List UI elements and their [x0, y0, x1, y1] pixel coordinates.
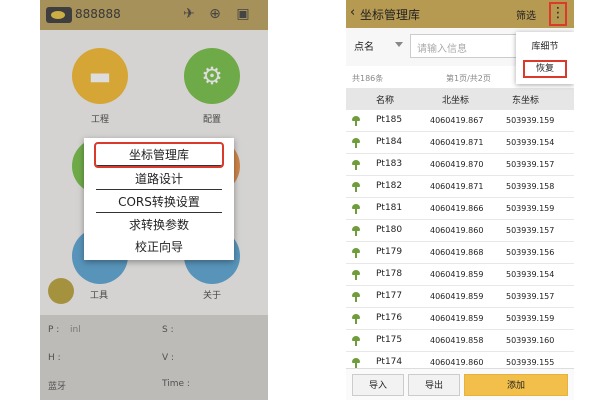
export-button[interactable]: 导出 — [408, 374, 460, 396]
table-row[interactable]: Pt175 4060419.858 503939.160 — [346, 330, 574, 352]
header-bar: ‹ 坐标管理库 筛选 ⋮ — [346, 0, 574, 28]
cell-north: 4060419.867 — [430, 116, 484, 125]
cell-name: Pt182 — [376, 181, 403, 191]
cell-north: 4060419.859 — [430, 314, 484, 323]
menu-road-design[interactable]: 道路设计 — [96, 168, 222, 190]
menu-library-details[interactable]: 库细节 — [525, 40, 565, 54]
cell-east: 503939.157 — [506, 160, 555, 169]
cell-east: 503939.157 — [506, 226, 555, 235]
cell-name: Pt181 — [376, 203, 403, 213]
point-pin-icon — [352, 314, 360, 324]
more-options-icon[interactable]: ⋮ — [549, 2, 567, 26]
cell-north: 4060419.868 — [430, 248, 484, 257]
record-count: 共186条 — [352, 74, 384, 83]
point-pin-icon — [352, 160, 360, 170]
action-bar: 导入 导出 添加 — [346, 368, 574, 400]
search-field-select[interactable]: 点名 — [354, 38, 374, 53]
cell-name: Pt185 — [376, 115, 403, 125]
cell-east: 503939.159 — [506, 204, 555, 213]
cell-name: Pt179 — [376, 247, 403, 257]
cell-north: 4060419.866 — [430, 204, 484, 213]
cell-east: 503939.155 — [506, 358, 555, 367]
table-row[interactable]: Pt179 4060419.868 503939.156 — [346, 242, 574, 264]
table-row[interactable]: Pt174 4060419.860 503939.155 — [346, 352, 574, 368]
cell-east: 503939.156 — [506, 248, 555, 257]
import-button[interactable]: 导入 — [352, 374, 404, 396]
cell-east: 503939.158 — [506, 182, 555, 191]
cell-name: Pt175 — [376, 335, 403, 345]
search-input[interactable]: 请输入信息 — [410, 34, 522, 58]
table-row[interactable]: Pt176 4060419.859 503939.159 — [346, 308, 574, 330]
cell-north: 4060419.871 — [430, 182, 484, 191]
cell-name: Pt176 — [376, 313, 403, 323]
cell-north: 4060419.858 — [430, 336, 484, 345]
col-north: 北坐标 — [442, 96, 470, 106]
point-pin-icon — [352, 226, 360, 236]
point-pin-icon — [352, 336, 360, 346]
col-east: 东坐标 — [512, 96, 540, 106]
cell-north: 4060419.860 — [430, 226, 484, 235]
cell-east: 503939.154 — [506, 138, 555, 147]
table-row[interactable]: Pt178 4060419.859 503939.154 — [346, 264, 574, 286]
add-button[interactable]: 添加 — [464, 374, 568, 396]
cell-north: 4060419.859 — [430, 270, 484, 279]
filter-button[interactable]: 筛选 — [516, 7, 536, 22]
point-pin-icon — [352, 182, 360, 192]
cell-east: 503939.159 — [506, 116, 555, 125]
table-row[interactable]: Pt183 4060419.870 503939.157 — [346, 154, 574, 176]
menu-cors-settings[interactable]: CORS转换设置 — [96, 191, 222, 213]
cell-name: Pt174 — [376, 357, 403, 367]
table-row[interactable]: Pt184 4060419.871 503939.154 — [346, 132, 574, 154]
coordinate-table: Pt185 4060419.867 503939.159 Pt184 4060419.8… — [346, 110, 574, 368]
menu-calibration[interactable]: 校正向导 — [96, 236, 222, 258]
table-row[interactable]: Pt177 4060419.859 503939.157 — [346, 286, 574, 308]
point-pin-icon — [352, 292, 360, 302]
menu-coord-library[interactable]: 坐标管理库 — [94, 142, 224, 168]
cell-east: 503939.157 — [506, 292, 555, 301]
cell-north: 4060419.859 — [430, 292, 484, 301]
cell-name: Pt184 — [376, 137, 403, 147]
page-indicator: 第1页/共2页 — [446, 74, 491, 83]
point-pin-icon — [352, 358, 360, 368]
cell-north: 4060419.870 — [430, 160, 484, 169]
page-title: 坐标管理库 — [360, 8, 421, 22]
table-row[interactable]: Pt181 4060419.866 503939.159 — [346, 198, 574, 220]
cell-name: Pt183 — [376, 159, 403, 169]
point-pin-icon — [352, 270, 360, 280]
cell-name: Pt180 — [376, 225, 403, 235]
right-phone-screen: ‹ 坐标管理库 筛选 ⋮ 点名 请输入信息 共186条 第1页/共2页 名称 北… — [346, 0, 574, 400]
point-pin-icon — [352, 204, 360, 214]
function-popup-menu: 坐标管理库 道路设计 CORS转换设置 求转换参数 校正向导 — [84, 138, 234, 260]
point-pin-icon — [352, 116, 360, 126]
point-pin-icon — [352, 248, 360, 258]
table-header: 名称 北坐标 东坐标 — [346, 88, 574, 110]
cell-north: 4060419.860 — [430, 358, 484, 367]
back-arrow-icon[interactable]: ‹ — [350, 5, 355, 20]
cell-north: 4060419.871 — [430, 138, 484, 147]
cell-east: 503939.154 — [506, 270, 555, 279]
cell-east: 503939.160 — [506, 336, 555, 345]
cell-name: Pt177 — [376, 291, 403, 301]
cell-name: Pt178 — [376, 269, 403, 279]
menu-restore[interactable]: 恢复 — [523, 60, 567, 78]
table-row[interactable]: Pt185 4060419.867 503939.159 — [346, 110, 574, 132]
dropdown-caret-icon[interactable] — [395, 42, 403, 47]
col-name: 名称 — [376, 96, 395, 106]
table-row[interactable]: Pt180 4060419.860 503939.157 — [346, 220, 574, 242]
cell-east: 503939.159 — [506, 314, 555, 323]
point-pin-icon — [352, 138, 360, 148]
table-row[interactable]: Pt182 4060419.871 503939.158 — [346, 176, 574, 198]
options-dropdown: 库细节 恢复 — [516, 32, 574, 84]
menu-calc-params[interactable]: 求转换参数 — [96, 214, 222, 236]
